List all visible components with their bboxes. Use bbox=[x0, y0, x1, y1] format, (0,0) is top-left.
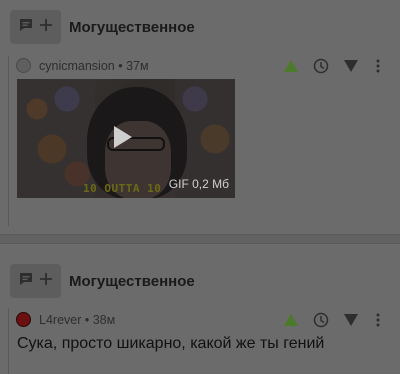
upvote-icon[interactable] bbox=[276, 57, 306, 75]
award-button[interactable] bbox=[10, 10, 61, 44]
plus-icon bbox=[39, 272, 53, 291]
thread-line bbox=[8, 56, 9, 226]
comment-separator bbox=[0, 234, 400, 244]
comment-actions bbox=[276, 311, 390, 329]
avatar[interactable] bbox=[16, 312, 31, 327]
comment-1: Могущественное cynicmansion • 37м 10 OUT… bbox=[0, 0, 400, 235]
award-button[interactable] bbox=[10, 264, 61, 298]
gif-size-label: GIF 0,2 Мб bbox=[168, 177, 229, 191]
award-row: Могущественное bbox=[10, 264, 195, 298]
play-icon[interactable] bbox=[114, 126, 132, 148]
comment-meta: L4rever • 38м bbox=[16, 312, 115, 327]
timestamp: 37м bbox=[126, 58, 149, 73]
award-title: Могущественное bbox=[69, 18, 195, 36]
media-caption: 10 OUTTA 10 bbox=[83, 182, 162, 195]
clock-icon[interactable] bbox=[306, 311, 336, 329]
username[interactable]: cynicmansion bbox=[39, 59, 115, 73]
meta-separator: • bbox=[81, 312, 93, 327]
media-wall-left bbox=[17, 79, 95, 198]
comment-icon bbox=[18, 271, 34, 292]
plus-icon bbox=[39, 18, 53, 37]
comment-icon bbox=[18, 17, 34, 38]
comment-meta: cynicmansion • 37м bbox=[16, 58, 149, 73]
comment-text: Сука, просто шикарно, какой же ты гений bbox=[17, 335, 325, 352]
more-icon[interactable] bbox=[366, 57, 390, 75]
comment-2: Могущественное L4rever • 38м Сука, прост… bbox=[0, 244, 400, 374]
meta-separator: • bbox=[114, 58, 127, 73]
comment-actions bbox=[276, 57, 390, 75]
clock-icon[interactable] bbox=[306, 57, 336, 75]
award-row: Могущественное bbox=[10, 10, 195, 44]
upvote-icon[interactable] bbox=[276, 311, 306, 329]
thread-line bbox=[8, 308, 9, 374]
timestamp: 38м bbox=[92, 312, 116, 327]
gif-media[interactable]: 10 OUTTA 10 GIF 0,2 Мб bbox=[17, 79, 235, 198]
more-icon[interactable] bbox=[366, 311, 390, 329]
username[interactable]: L4rever bbox=[39, 313, 81, 327]
downvote-icon[interactable] bbox=[336, 57, 366, 75]
avatar[interactable] bbox=[16, 58, 31, 73]
award-title: Могущественное bbox=[69, 272, 195, 290]
downvote-icon[interactable] bbox=[336, 311, 366, 329]
